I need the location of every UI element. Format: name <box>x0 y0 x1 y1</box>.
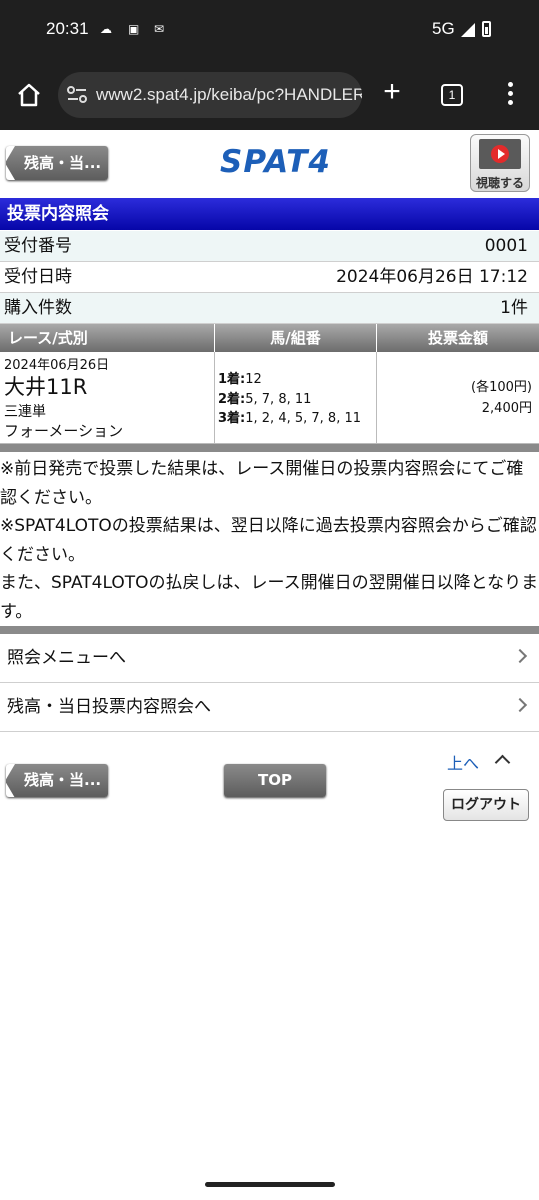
balance-inquiry-label: 残高・当日投票内容照会へ <box>7 697 211 717</box>
divider <box>0 626 539 634</box>
chevron-right-icon <box>512 697 528 713</box>
amount-each: (各100円) <box>471 380 532 395</box>
race-cell: 2024年06月26日 大井11R 三連単 フォーメーション <box>0 352 215 444</box>
film-icon <box>479 139 521 169</box>
receipt-number-row: 受付番号 0001 <box>0 231 539 262</box>
note-loto-payout: また、SPAT4LOTOの払戻しは、レース開催日の翌開催日以降となります。 <box>0 573 539 622</box>
notes: ※前日発売で投票した結果は、レース開催日の投票内容照会にてご確認ください。 ※S… <box>0 455 539 626</box>
ticket-table-header: レース/式別 馬/組番 投票金額 <box>0 324 539 352</box>
col-horse-combo: 馬/組番 <box>215 324 377 352</box>
receipt-number-value: 0001 <box>484 236 528 256</box>
status-time: 20:31 <box>46 19 89 38</box>
purchase-count-value: 1件 <box>500 298 528 318</box>
purchase-count-label: 購入件数 <box>4 298 72 318</box>
bet-type: 三連単 <box>4 404 46 420</box>
site-header: 残高・当... SPAT4 視聴する <box>0 130 539 198</box>
browser-toolbar: www2.spat4.jp/keiba/pc?HANDLER= + 1 <box>0 60 539 130</box>
balance-inquiry-link[interactable]: 残高・当日投票内容照会へ <box>0 683 539 732</box>
amount-total: 2,400円 <box>481 401 532 416</box>
watch-video-label: 視聴する <box>475 176 524 190</box>
app-notification-icon: ▣ <box>128 22 140 36</box>
scroll-up-link[interactable]: 上へ <box>447 750 479 774</box>
top-button[interactable]: TOP <box>224 764 326 797</box>
receipt-number-label: 受付番号 <box>4 236 72 256</box>
receipt-time-label: 受付日時 <box>4 267 72 287</box>
inquiry-menu-link[interactable]: 照会メニューへ <box>0 634 539 683</box>
tab-switcher-button[interactable]: 1 <box>441 84 463 106</box>
back-to-balance-button[interactable]: 残高・当... <box>6 146 108 180</box>
picks-cell: 1着:12 2着:5, 7, 8, 11 3着:1, 2, 4, 5, 7, 8… <box>215 352 377 444</box>
page-title: 投票内容照会 <box>0 198 539 230</box>
purchase-count-row: 購入件数 1件 <box>0 293 539 324</box>
gesture-nav-handle[interactable] <box>205 1182 335 1187</box>
amount-cell: (各100円) 2,400円 <box>377 352 539 444</box>
cloud-icon: ☁ <box>100 22 112 36</box>
address-bar[interactable]: www2.spat4.jp/keiba/pc?HANDLER= <box>58 72 362 118</box>
col-amount: 投票金額 <box>427 329 488 347</box>
pick-second: 2着:5, 7, 8, 11 <box>218 392 312 407</box>
chevron-up-icon[interactable] <box>494 754 511 771</box>
note-advance-sale: ※前日発売で投票した結果は、レース開催日の投票内容照会にてご確認ください。 <box>0 459 524 508</box>
divider <box>0 444 539 452</box>
url-text: www2.spat4.jp/keiba/pc?HANDLER= <box>96 85 362 104</box>
mail-icon: ✉ <box>154 22 165 36</box>
bet-method: フォーメーション <box>4 422 124 440</box>
home-icon[interactable] <box>16 82 42 108</box>
chevron-right-icon <box>512 648 528 664</box>
watch-video-button[interactable]: 視聴する <box>470 134 530 192</box>
site-settings-icon[interactable] <box>66 85 88 105</box>
receipt-time-value: 2024年06月26日 17:12 <box>336 267 528 287</box>
pick-third: 3着:1, 2, 4, 5, 7, 8, 11 <box>218 411 362 426</box>
table-row: 2024年06月26日 大井11R 三連単 フォーメーション 1着:12 2着:… <box>0 352 539 444</box>
logout-button[interactable]: ログアウト <box>443 789 529 821</box>
new-tab-icon[interactable]: + <box>380 77 404 107</box>
more-menu-icon[interactable] <box>505 82 515 108</box>
play-icon <box>491 145 509 163</box>
network-type: 5G <box>432 19 455 38</box>
signal-icon <box>461 23 475 37</box>
receipt-time-row: 受付日時 2024年06月26日 17:12 <box>0 262 539 293</box>
spat4-logo[interactable]: SPAT4 <box>220 144 331 180</box>
note-loto-result: ※SPAT4LOTOの投票結果は、翌日以降に過去投票内容照会からご確認ください。 <box>0 516 537 565</box>
pick-first: 1着:12 <box>218 372 262 387</box>
footer-back-to-balance-button[interactable]: 残高・当... <box>6 764 108 797</box>
battery-icon <box>482 21 491 37</box>
inquiry-menu-label: 照会メニューへ <box>7 648 126 668</box>
race-name: 大井11R <box>4 375 88 399</box>
col-race-type: レース/式別 <box>0 324 215 352</box>
status-bar: 20:31 ☁ ▣ ✉ 5G <box>0 0 539 60</box>
